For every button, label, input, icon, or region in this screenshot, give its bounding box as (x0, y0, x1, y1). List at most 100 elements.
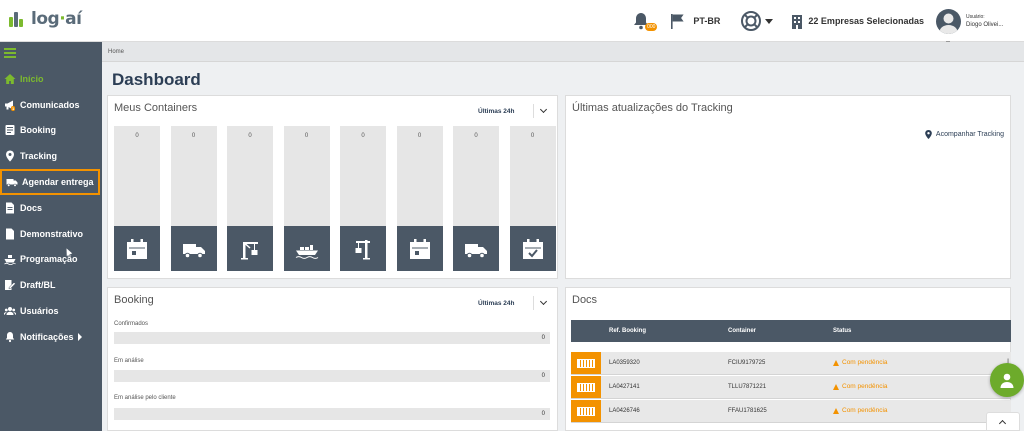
booking-label-em-analise-cliente: Em análise pelo cliente (114, 395, 176, 401)
container-count: 0 (135, 133, 139, 139)
container-status-column[interactable]: 0 (114, 126, 160, 271)
logo-text: log·aí (31, 9, 82, 29)
map-pin-icon (4, 150, 16, 162)
containers-range-label[interactable]: Últimas 24h (478, 108, 515, 115)
sidebar-item-draft-bl[interactable]: Draft/BL (0, 272, 102, 298)
user-support-button[interactable] (990, 363, 1024, 397)
booking-bar-em-analise: 0 (114, 370, 550, 382)
container-status-column[interactable]: 0 (283, 126, 330, 271)
notifications-bell-icon[interactable]: 000 (631, 11, 658, 31)
menu-toggle-icon[interactable] (4, 48, 16, 58)
container-count: 0 (248, 133, 252, 139)
sidebar-item-tracking[interactable]: Tracking (0, 143, 102, 169)
sidebar-item-docs[interactable]: Docs (0, 195, 102, 221)
calendar-icon (114, 226, 160, 271)
logo[interactable]: log·aí (8, 9, 82, 29)
container-status-column[interactable]: 0 (396, 126, 443, 271)
draft-icon (4, 279, 16, 291)
sidebar-item-comunicados[interactable]: 1 Comunicados (0, 92, 102, 118)
container-status-column[interactable]: 0 (453, 126, 499, 271)
container-status-column[interactable]: 0 (340, 126, 386, 271)
sidebar-item-demonstrativo[interactable]: Demonstrativo (0, 221, 102, 247)
crane-icon (227, 226, 273, 271)
container-status-column[interactable]: 0 (509, 126, 556, 271)
comunicados-badge: 1 (11, 105, 16, 111)
chevron-right-icon (77, 332, 82, 341)
status-badge: Com pendência (833, 407, 888, 414)
help-menu[interactable] (740, 10, 774, 32)
follow-tracking-link[interactable]: Acompanhar Tracking (925, 130, 1004, 139)
sidebar-nav: Início 1 Comunicados Booking Tracking Ag… (0, 66, 102, 350)
calendar-icon (396, 226, 443, 271)
sidebar-item-programacao[interactable]: Programação (0, 247, 102, 273)
sidebar-item-label: Notificações (20, 331, 74, 342)
top-bar: log·aí 000 PT-BR 22 Empresas Selecionada… (0, 0, 1024, 45)
user-icon (1000, 373, 1014, 388)
warning-icon (833, 407, 839, 414)
status-badge: Com pendência (833, 383, 888, 390)
ship-icon (4, 253, 16, 266)
sidebar-item-label: Docs (20, 202, 43, 213)
chevron-down-icon (765, 18, 774, 24)
divider (533, 104, 534, 118)
calendar-check-icon (509, 226, 556, 271)
breadcrumb: Home (102, 42, 1024, 62)
sidebar-item-notificacoes[interactable]: Notificações (0, 324, 102, 350)
sidebar-item-label: Usuários (20, 306, 59, 317)
docs-card: Docs Ref. Booking Container Status LA035… (565, 287, 1011, 431)
booking-icon (4, 124, 16, 136)
bell-icon (4, 331, 16, 343)
sidebar-item-agendar-entrega[interactable]: Agendar entrega (0, 169, 100, 195)
container-count: 0 (474, 133, 478, 139)
divider (533, 296, 534, 310)
container-icon (571, 400, 601, 422)
booking-card: Booking Últimas 24h Confirmados 0 Em aná… (107, 287, 558, 431)
crane-lift-icon (340, 226, 386, 271)
container-status-column[interactable]: 0 (170, 126, 217, 271)
sidebar-item-label: Draft/BL (20, 280, 56, 291)
language-selector[interactable]: PT-BR (693, 16, 720, 26)
truck-icon (170, 226, 217, 271)
map-pin-icon (925, 130, 932, 139)
user-name: Diogo Olivei... (966, 22, 1004, 28)
sidebar-item-label: Booking (20, 125, 56, 136)
flag-icon[interactable] (669, 12, 687, 30)
docs-table-header: Ref. Booking Container Status (571, 320, 1011, 342)
scroll-top-button[interactable] (986, 412, 1020, 431)
warning-icon (833, 383, 839, 390)
user-menu[interactable]: Usuário: Diogo Olivei... (936, 0, 1024, 45)
header-ref-booking: Ref. Booking (609, 328, 646, 334)
table-row[interactable]: LA0426746 FFAU1781625 Com pendência (571, 400, 1011, 423)
booking-bar-confirmados: 0 (114, 332, 550, 344)
booking-range-label[interactable]: Últimas 24h (478, 300, 515, 307)
chevron-down-icon[interactable] (539, 297, 548, 306)
containers-card-title: Meus Containers (114, 102, 198, 114)
ship-icon (283, 226, 330, 271)
sidebar-item-label: Demonstrativo (20, 228, 84, 239)
sidebar-item-inicio[interactable]: Início (0, 66, 102, 92)
docs-card-title: Docs (572, 294, 598, 306)
sidebar-item-booking[interactable]: Booking (0, 118, 102, 144)
table-row[interactable]: LA0359320 FCIU9179725 Com pendência | (571, 352, 1011, 375)
user-label: Usuário: (966, 14, 985, 20)
warning-icon (833, 359, 839, 366)
container-status-column[interactable]: 0 (227, 126, 273, 271)
users-icon (4, 305, 16, 317)
document-icon (4, 202, 16, 214)
building-icon (792, 14, 803, 29)
tracking-card-title: Últimas atualizações do Tracking (572, 102, 733, 114)
file-icon (4, 228, 16, 240)
table-row[interactable]: LA0427141 TLLU7871221 Com pendência (571, 376, 1011, 399)
container-count: 0 (304, 133, 309, 139)
truck-icon (6, 176, 18, 188)
header-container: Container (728, 328, 757, 334)
sidebar: Início 1 Comunicados Booking Tracking Ag… (0, 42, 102, 431)
lifebuoy-icon (741, 11, 762, 31)
companies-selector[interactable]: 22 Empresas Selecionadas (791, 14, 924, 29)
container-count: 0 (417, 133, 422, 139)
breadcrumb-home[interactable]: Home (108, 49, 124, 55)
sidebar-item-usuarios[interactable]: Usuários (0, 298, 102, 324)
page-title: Dashboard (112, 70, 201, 89)
container-count: 0 (191, 133, 196, 139)
chevron-down-icon[interactable] (539, 105, 548, 114)
